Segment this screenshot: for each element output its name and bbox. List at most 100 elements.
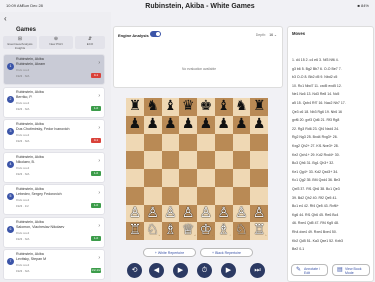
board-square[interactable]: ♙ [126,204,144,223]
board-square[interactable] [250,169,268,187]
board-square[interactable] [143,133,162,152]
move-line[interactable]: 46. Rxe4 Qd5 47. Rf4 Kg5 48. [292,221,339,225]
board-square[interactable] [250,151,268,169]
board-square[interactable]: ♟ [126,115,144,134]
board-square[interactable] [250,133,268,152]
board-square[interactable] [143,186,162,205]
depth-select[interactable]: 16 ⌄ [269,33,277,37]
move-line[interactable]: 22. Rg3 Rd6 23. Qf4 Nxd4 24. [292,127,339,131]
board-square[interactable] [232,133,251,152]
move-line[interactable]: Rg2 Ng3 25. Bxd4 Rxg3+ 26. [292,135,338,139]
move-line[interactable]: Kb2 Qd5 51. Ka3 Qxe1 52. Kxb3 [292,239,343,243]
board-square[interactable]: ♙ [179,204,197,223]
game-card[interactable]: 2 Rubinstein, Akiba Berriko, P. Rnds result… [3,86,105,118]
move-line[interactable]: Kg6 44. Rf1 Qh6 45. Re6 Bc4 [292,213,338,217]
control-button[interactable]: ⏭ [250,263,265,278]
control-button[interactable]: ▶ [173,263,188,278]
board-square[interactable]: ♛ [179,98,197,116]
move-line[interactable]: Rh4 dxe4 49. Rxe4 Bxe4 50. [292,230,337,234]
move-line[interactable]: Ne1 Nc6 13. Nd3 Re8 14. Nc5 [292,92,339,96]
board-square[interactable] [250,186,268,205]
board-square[interactable] [179,133,197,152]
move-line[interactable]: Bc1 e4 42. Rf4 Qe5 43. Rxf6+ [292,204,339,208]
board-square[interactable] [197,169,215,187]
toolbar-button[interactable]: ⇵ ECO [75,36,105,49]
move-line[interactable]: 39. Bd2 Qh2 40. Rf2 Qe5 41. [292,196,337,200]
move-line[interactable]: Kxg2 Qh2+ 27. Kf1 Nxe3+ 28. [292,144,339,148]
move-line[interactable]: Kc1 Qg2 35. Bf4 Qxd4 36. Be3 [292,178,340,182]
move-line[interactable]: gxf6 20. gxf3 Qd6 21. Rf3 Rg8 [292,118,339,122]
board-square[interactable] [179,169,197,187]
game-card[interactable]: 7 Rubinstein, Akiba Levitsky, Stepan M Rnds… [3,249,105,280]
board-square[interactable]: ♟ [232,115,251,134]
board-square[interactable] [232,169,251,187]
board-square[interactable] [214,151,233,169]
board-square[interactable]: ♟ [250,115,268,134]
board-square[interactable] [214,169,233,187]
control-button[interactable]: ▶ [221,263,236,278]
view-book-mode-button[interactable]: ▤ View Book Mode [332,264,370,276]
board-square[interactable]: ♙ [250,204,268,223]
board-square[interactable]: ♟ [214,115,233,134]
board-square[interactable] [197,186,215,205]
board-square[interactable]: ♝ [161,98,180,116]
board-square[interactable]: ♙ [143,204,162,223]
move-line[interactable]: 10. Rc1 Nbd7 11. cxd5 exd5 12. [292,84,342,88]
board-square[interactable]: ♟ [143,115,162,134]
game-card[interactable]: 1 Rubinstein, Akiba Rubinstein, Akram Rnds … [3,54,105,85]
game-card[interactable]: 3 Rubinstein, Akiba Dus Chotimirsky, Fedor… [3,119,105,150]
toolbar-button[interactable]: ⊞ Exercises/Analysis Insights [3,36,37,50]
board-square[interactable] [179,151,197,169]
board-square[interactable]: ♟ [197,115,215,134]
move-line[interactable]: Bc3 Qh6 31. Bg1 Qh3+ 32. [292,161,334,165]
white-repertoire-button[interactable]: + White Repertoire [143,248,196,257]
board-square[interactable]: ♙ [214,204,233,223]
move-line[interactable]: 1. d4 15 2. c4 e6 3. Nf3 Nf6 4. [292,58,339,62]
board-square[interactable] [161,133,180,152]
board-square[interactable]: ♙ [232,204,251,223]
toolbar-button[interactable]: ⊕ New PGN [39,36,73,49]
board-square[interactable] [143,169,162,187]
board-square[interactable]: ♖ [250,222,268,240]
board-square[interactable] [161,151,180,169]
board-square[interactable] [214,133,233,152]
board-square[interactable]: ♗ [161,222,180,240]
move-line[interactable]: b3 O-O 8. Bb2 d5 9. Nbd2 c5 [292,75,337,79]
board-square[interactable]: ♟ [161,115,180,134]
chess-board[interactable]: ♜ ♞ ♝ ♛ ♚ ♝ ♞ ♜ ♟ ♟ ♟ ♟ ♟ ♟ ♟ ♟ ♙ ♙ ♙ ♙ ♙ ♙ ♙ ♙ ♖ ♘ ♗ ♕ ♔ ♗ ♘ ♖ a b c d e f g… [126,98,268,240]
control-button[interactable]: ⟲ [127,263,142,278]
black-repertoire-button[interactable]: + Black Repertoire [200,248,253,257]
board-square[interactable]: ♖ [126,222,144,240]
board-square[interactable]: ♙ [161,204,180,223]
board-square[interactable]: ♜ [250,98,268,116]
board-square[interactable] [161,186,180,205]
board-square[interactable]: ♟ [179,115,197,134]
move-line[interactable]: g3 b6 5. Bg2 Bb7 6. O-O Be7 7. [292,67,342,71]
engine-toggle[interactable] [150,31,161,37]
board-square[interactable]: ♚ [197,98,215,116]
board-square[interactable] [126,186,144,205]
board-square[interactable]: ♘ [232,222,251,240]
board-square[interactable] [126,133,144,152]
board-square[interactable] [126,169,144,187]
board-square[interactable] [143,151,162,169]
game-card[interactable]: 5 Rubinstein, Akiba Lebedev, Sergey Fedoro… [3,184,105,215]
move-line[interactable]: Qe3 c6 18. Nb3 Rg6 19. Nh6 16 [292,110,342,114]
move-line[interactable]: a5 15. Qcb4 Rf7 16. Nac2 Nh7 17. [292,101,346,105]
control-button[interactable]: ◀ [149,263,164,278]
board-square[interactable]: ♔ [197,222,215,240]
control-button[interactable]: ⏱ [197,263,212,278]
board-square[interactable] [197,151,215,169]
board-square[interactable] [197,133,215,152]
board-square[interactable]: ♞ [143,98,162,116]
board-square[interactable]: ♘ [143,222,162,240]
move-line[interactable]: Ke1 Qg4+ 33. Kd2 Qxd3+ 34. [292,170,338,174]
game-card[interactable]: 4 Rubinstein, Akiba Nikolaev, B. Rnds resul… [3,151,105,183]
annotate-button[interactable]: ✎ Annotate / Edit [291,264,328,276]
move-line[interactable]: Qxf3 37. Rf1 Qh6 38. Bc1 Qe3 [292,187,340,191]
board-square[interactable] [232,186,251,205]
board-square[interactable]: ♝ [214,98,233,116]
board-square[interactable] [214,186,233,205]
board-square[interactable]: ♗ [214,222,233,240]
board-square[interactable]: ♞ [232,98,251,116]
